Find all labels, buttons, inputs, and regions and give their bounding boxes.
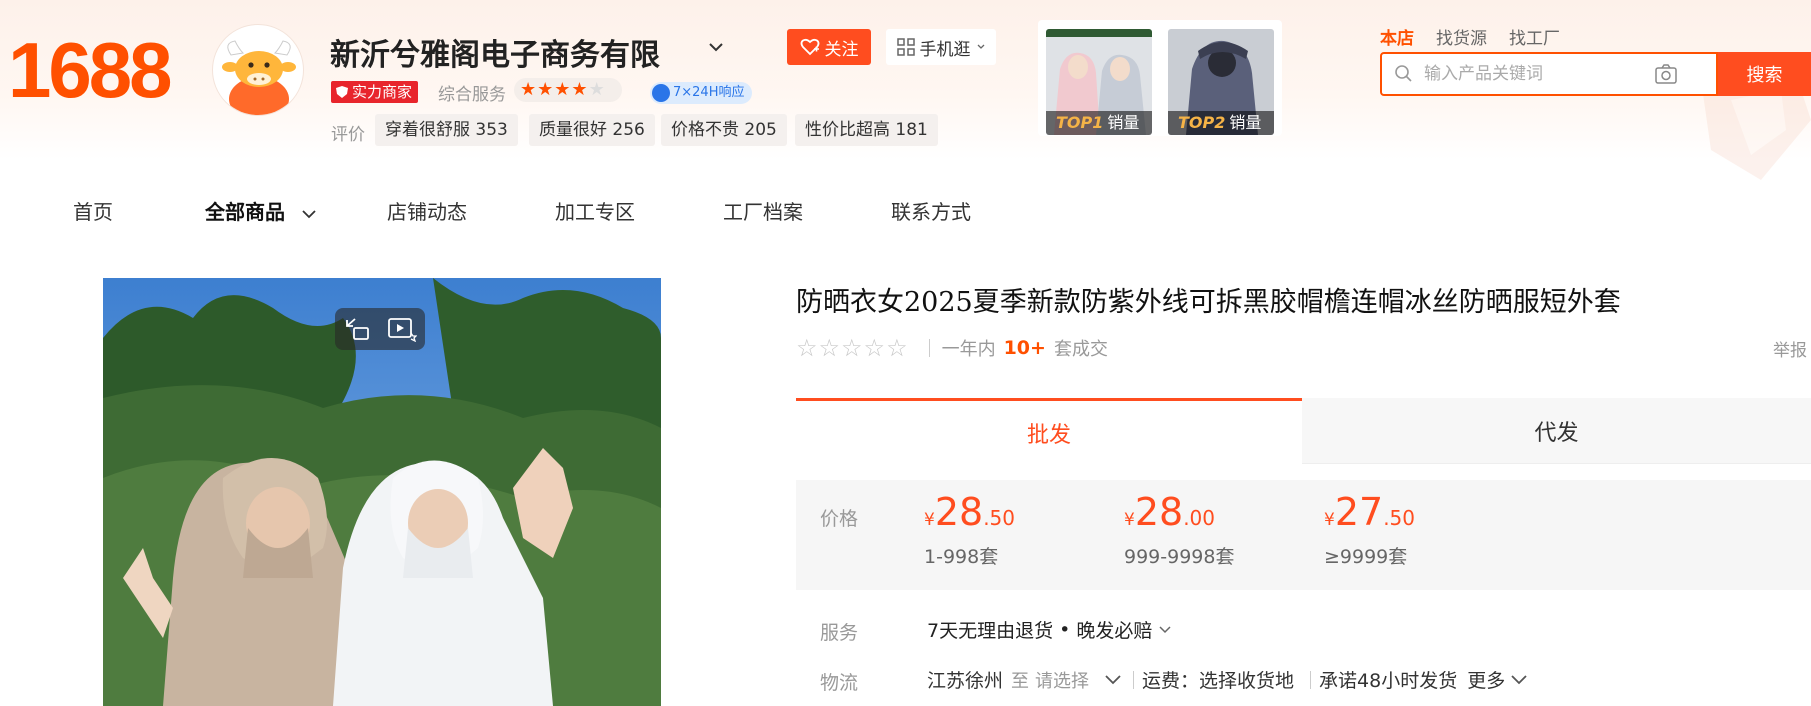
nav-shop-news[interactable]: 店铺动态 <box>387 196 467 225</box>
search-input[interactable] <box>1424 64 1654 84</box>
strength-merchant-badge: 实力商家 <box>331 81 419 103</box>
shop-avatar[interactable] <box>212 24 304 116</box>
mobile-shop-button[interactable]: 手机逛 <box>886 29 996 65</box>
service-info[interactable]: 7天无理由退货 • 晚发必赔 <box>927 616 1172 643</box>
evaluation-tag[interactable]: 质量很好 256 <box>529 114 655 146</box>
search-box <box>1380 52 1718 96</box>
divider <box>1310 670 1312 689</box>
origin-city: 江苏徐州 <box>927 670 1004 692</box>
price-tier: ¥27.50 ≥9999套 <box>1324 490 1415 568</box>
nav-home[interactable]: 首页 <box>73 196 113 225</box>
evaluation-tag[interactable]: 价格不贵 205 <box>661 114 787 146</box>
nav-factory-profile[interactable]: 工厂档案 <box>723 196 803 225</box>
chevron-down-icon <box>1159 625 1171 633</box>
star-filled-icon: ★ <box>554 79 571 100</box>
video-controls <box>335 308 425 350</box>
star-outline-icon: ☆ <box>863 334 886 362</box>
shipping-promise: 承诺48小时发货 <box>1319 670 1458 692</box>
nav-all-products[interactable]: 全部商品 <box>205 196 318 225</box>
chevron-down-icon <box>302 209 316 218</box>
star-outline-icon: ☆ <box>818 334 841 362</box>
star-filled-icon: ★ <box>571 79 588 100</box>
site-logo[interactable]: 1688 <box>8 30 173 110</box>
top-product-card[interactable]: TOP1 销量 <box>1046 29 1152 135</box>
sales-suffix: 套成交 <box>1053 339 1108 360</box>
sales-prefix: 一年内 <box>941 339 996 360</box>
headset-icon <box>652 84 670 102</box>
nav-processing[interactable]: 加工专区 <box>555 196 635 225</box>
response-badge-text: 7×24H响应 <box>673 85 745 100</box>
evaluation-tag[interactable]: 性价比超高 181 <box>795 114 938 146</box>
heart-plus-icon <box>800 38 819 56</box>
qr-code-icon <box>896 38 915 56</box>
shop-name[interactable]: 新沂兮雅阁电子商务有限 <box>330 30 660 74</box>
report-link[interactable]: 举报 <box>1773 336 1807 361</box>
chevron-down-icon[interactable] <box>1103 673 1123 687</box>
more-link[interactable]: 更多 <box>1467 666 1505 693</box>
price-label: 价格 <box>820 508 859 530</box>
quantity-range: ≥9999套 <box>1324 546 1408 568</box>
response-badge: 7×24H响应 <box>650 82 753 104</box>
evaluation-tag[interactable]: 穿着很舒服 353 <box>375 114 518 146</box>
service-rating-stars: ★ ★ ★ ★ ★ <box>514 78 622 102</box>
logistics-label: 物流 <box>820 672 859 694</box>
divider <box>1133 670 1135 689</box>
sales-count: 10+ <box>1003 337 1046 359</box>
chevron-down-icon[interactable] <box>703 34 729 60</box>
follow-button[interactable]: 关注 <box>787 29 871 65</box>
quantity-range: 1-998套 <box>924 546 999 568</box>
service-rating-label: 综合服务 <box>438 85 506 105</box>
search-scope-tabs: 本店 找货源 找工厂 <box>1380 24 1560 49</box>
top-products-panel: TOP1 销量 TOP2 销量 <box>1038 20 1282 136</box>
top-product-card[interactable]: TOP2 销量 <box>1168 29 1274 135</box>
star-outline-icon: ☆ <box>796 334 818 362</box>
swap-media-icon[interactable] <box>343 316 371 342</box>
product-title: 防晒衣女2025夏季新款防紫外线可拆黑胶帽檐连帽冰丝防晒服短外套 <box>796 287 1621 318</box>
price-tier: ¥28.50 1-998套 <box>924 490 1015 568</box>
search-button[interactable]: 搜索 <box>1718 52 1811 96</box>
price-panel: 价格 ¥28.50 1-998套 ¥28.00 999-9998套 ¥27.50… <box>796 480 1811 590</box>
video-play-icon[interactable] <box>387 316 417 342</box>
divider <box>928 339 930 357</box>
tab-wholesale[interactable]: 批发 <box>796 398 1302 464</box>
search-tab-find-factory[interactable]: 找工厂 <box>1509 24 1560 49</box>
star-empty-icon: ★ <box>588 79 605 100</box>
service-label: 服务 <box>820 622 859 644</box>
search-icon <box>1395 65 1412 82</box>
logistics-info: 江苏徐州 至 请选择 运费：选择收货地 承诺48小时发货 更多 <box>927 666 1529 693</box>
shop-nav: 首页 全部商品 店铺动态 加工专区 工厂档案 联系方式 <box>0 196 1811 236</box>
search-tab-this-shop[interactable]: 本店 <box>1380 24 1414 49</box>
star-outline-icon: ☆ <box>841 334 863 362</box>
tab-dropship[interactable]: 代发 <box>1302 398 1811 464</box>
camera-icon[interactable] <box>1654 63 1678 85</box>
star-filled-icon: ★ <box>537 79 554 100</box>
cow-mascot-icon <box>222 40 296 115</box>
star-filled-icon: ★ <box>520 79 537 100</box>
chevron-down-icon <box>977 44 984 49</box>
star-outline-icon: ☆ <box>886 334 908 362</box>
badge-label: 实力商家 <box>352 83 413 101</box>
freight-text: 运费：选择收货地 <box>1142 670 1295 692</box>
chevron-down-icon[interactable] <box>1509 673 1529 687</box>
price-tier: ¥28.00 999-9998套 <box>1124 490 1235 568</box>
quantity-range: 999-9998套 <box>1124 546 1235 568</box>
product-rating-row: ☆ ☆ ☆ ☆ ☆ 一年内 10+ 套成交 <box>796 334 1108 362</box>
evaluation-label: 评价 <box>331 125 365 145</box>
nav-contact[interactable]: 联系方式 <box>891 196 971 225</box>
destination-select[interactable]: 请选择 <box>1035 667 1089 693</box>
shield-icon <box>336 86 348 98</box>
search-tab-find-source[interactable]: 找货源 <box>1436 24 1487 49</box>
